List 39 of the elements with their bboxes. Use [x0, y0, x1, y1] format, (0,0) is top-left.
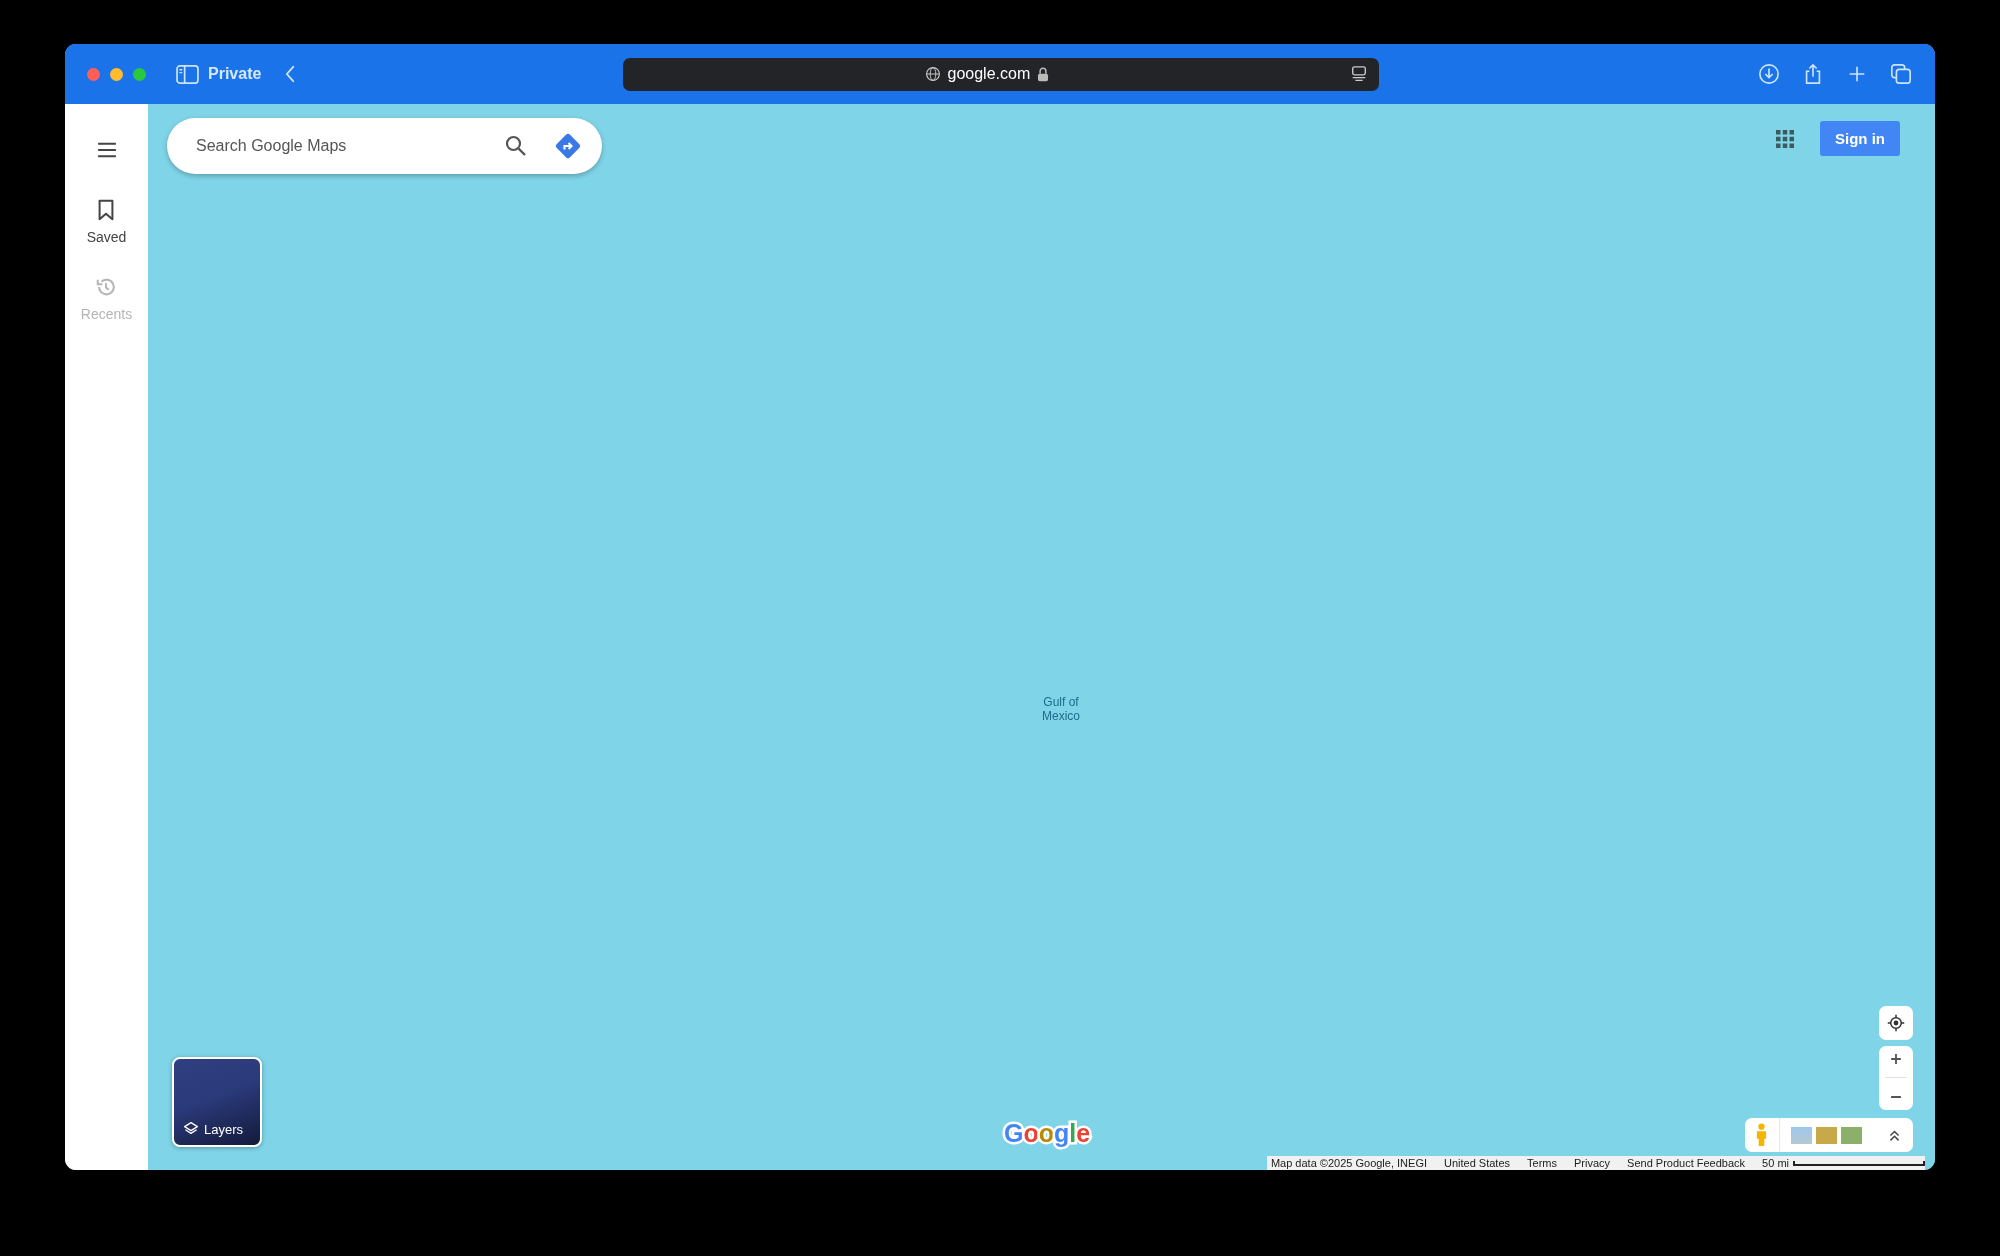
reader-icon[interactable] — [1350, 65, 1369, 83]
imagery-thumbnail[interactable] — [1841, 1126, 1862, 1144]
tabs-icon[interactable] — [1890, 63, 1912, 85]
sidebar-label: Saved — [86, 229, 127, 245]
zoom-button[interactable] — [133, 67, 146, 81]
layers-icon — [183, 1121, 199, 1137]
scale-label: 50 mi — [1762, 1157, 1789, 1169]
layers-button[interactable]: Layers — [172, 1057, 262, 1147]
footer-link[interactable]: Terms — [1527, 1157, 1557, 1169]
download-icon[interactable] — [1758, 63, 1780, 85]
footer-link[interactable]: Privacy — [1574, 1157, 1611, 1169]
url-text: google.com — [947, 65, 1031, 83]
location-icon — [1887, 1014, 1905, 1032]
sidebar-icon[interactable] — [176, 64, 199, 84]
search-bar[interactable]: Search Google Maps — [167, 118, 602, 174]
sidebar-item[interactable]: Saved — [86, 198, 127, 245]
zoom-in-icon[interactable] — [1889, 1051, 1903, 1066]
lock-icon — [1037, 66, 1050, 82]
address-bar[interactable]: google.com — [623, 57, 1380, 91]
apps-icon[interactable] — [1776, 130, 1794, 148]
person-icon[interactable] — [1755, 1123, 1768, 1147]
menu-icon[interactable] — [95, 142, 118, 158]
private-label: Private — [208, 65, 262, 83]
my-location-button[interactable] — [1879, 1006, 1913, 1040]
imagery-thumbnail[interactable] — [1816, 1126, 1837, 1144]
sign-in-button[interactable]: Sign in — [1820, 121, 1900, 156]
footer-link[interactable]: Send Product Feedback — [1627, 1157, 1746, 1169]
sidebar-label: Recents — [80, 306, 133, 322]
search-field[interactable]: Search Google Maps — [194, 136, 504, 156]
attribution-text: Map data ©2025 Google, INEGI — [1270, 1157, 1427, 1169]
footer-link[interactable]: United States — [1444, 1157, 1511, 1169]
imagery-thumbnail[interactable] — [1791, 1126, 1812, 1144]
back-icon[interactable] — [285, 65, 297, 83]
map-label: Gulf of Mexico — [1041, 695, 1081, 723]
globe-icon — [924, 66, 941, 82]
chevron-up-icon[interactable] — [1888, 1128, 1901, 1142]
minimize-button[interactable] — [110, 67, 123, 81]
google-logo: Google — [1004, 1119, 1091, 1148]
search-icon[interactable] — [504, 134, 528, 158]
